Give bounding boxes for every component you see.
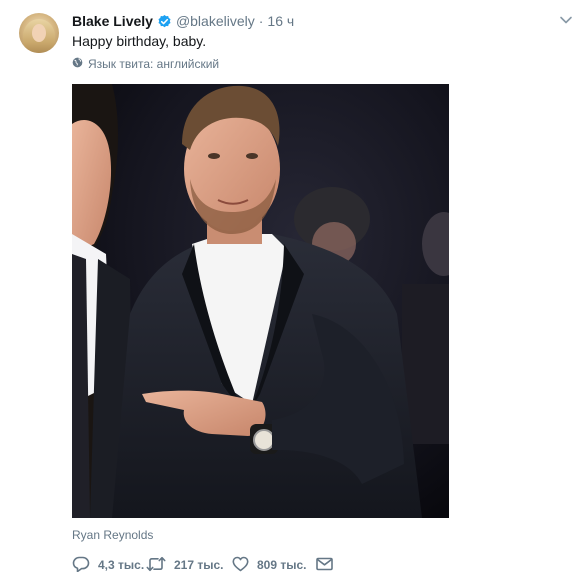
reply-button[interactable]: 4,3 тыс.	[72, 556, 146, 575]
header-separator: ·	[258, 13, 264, 29]
tweet-card: Blake Lively @blakelively · 16 ч Happy b…	[0, 0, 587, 583]
reply-icon	[72, 556, 98, 575]
chevron-down-icon[interactable]	[559, 13, 573, 27]
retweet-count: 217 тыс.	[174, 558, 224, 572]
author-name[interactable]: Blake Lively	[72, 13, 153, 29]
retweet-button[interactable]: 217 тыс.	[146, 556, 232, 575]
envelope-icon	[316, 557, 341, 574]
direct-message-button[interactable]	[316, 557, 341, 574]
heart-icon	[232, 556, 257, 575]
tweet-header: Blake Lively @blakelively · 16 ч	[72, 12, 294, 30]
like-count: 809 тыс.	[257, 558, 307, 572]
globe-icon	[72, 57, 88, 71]
tweet-photo[interactable]	[72, 84, 449, 518]
reply-count: 4,3 тыс.	[98, 558, 145, 572]
author-handle[interactable]: @blakelively	[176, 13, 255, 29]
photo-caption[interactable]: Ryan Reynolds	[72, 528, 153, 542]
tweet-actions: 4,3 тыс. 217 тыс. 809 тыс.	[72, 556, 341, 574]
retweet-icon	[146, 556, 174, 575]
tweet-text: Happy birthday, baby.	[72, 33, 207, 49]
author-avatar[interactable]	[19, 13, 59, 53]
like-button[interactable]: 809 тыс.	[232, 556, 316, 575]
tweet-timestamp[interactable]: 16 ч	[267, 13, 294, 29]
verified-badge-icon	[157, 14, 172, 29]
language-note[interactable]: Язык твита: английский	[88, 57, 219, 71]
tweet-language: Язык твита: английский	[72, 57, 219, 71]
